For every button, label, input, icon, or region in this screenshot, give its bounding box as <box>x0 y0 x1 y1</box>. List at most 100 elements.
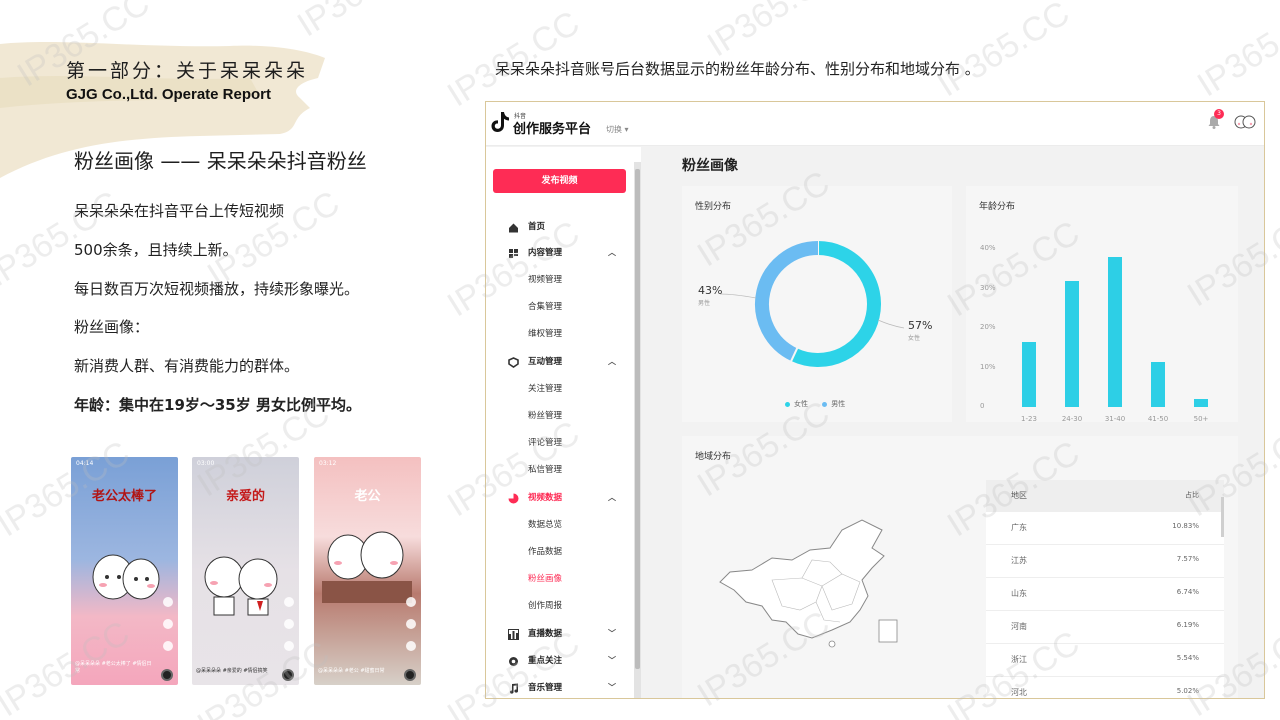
sidebar-item-label: 数据总览 <box>528 520 563 530</box>
region-share: 10.83% <box>1172 522 1199 530</box>
sidebar-item-15[interactable]: 直播数据 ﹀ <box>486 627 626 641</box>
gender-card: 性别分布 43% 男性 57% 女性 女性 男性 <box>682 186 952 422</box>
x-tick-label: 50+ <box>1193 415 1209 423</box>
male-percent-label: 43% <box>698 284 723 297</box>
region-table-scrollbar[interactable] <box>1221 497 1224 537</box>
female-percent-label: 57% <box>908 319 933 332</box>
sidebar: 发布视频 首页内容管理 ︿ 视频管理合集管理维权管理互动管理 ︿ 关注管理粉丝管理评论管… <box>486 147 641 698</box>
sidebar-item-17[interactable]: 音乐管理 ﹀ <box>486 681 626 695</box>
phone-status-time: 03:00 <box>197 460 215 467</box>
y-tick-label: 20% <box>980 323 996 331</box>
sidebar-item-3[interactable]: 合集管理 <box>486 300 626 314</box>
sidebar-item-6[interactable]: 关注管理 <box>486 382 626 396</box>
phone-meta: @呆呆朵朵 #亲爱的 #情侣搞笑 <box>196 668 268 674</box>
region-card-title: 地域分布 <box>695 452 732 462</box>
switch-label: 切换 <box>606 125 622 134</box>
chevron-up-icon[interactable]: ︿ <box>608 246 616 260</box>
male-leader-line <box>719 293 757 299</box>
sidebar-item-12[interactable]: 作品数据 <box>486 545 626 559</box>
sidebar-item-11[interactable]: 数据总览 <box>486 518 626 532</box>
music-disc-icon <box>161 669 173 681</box>
page-title: 粉丝画像 <box>682 158 738 174</box>
sidebar-item-9[interactable]: 私信管理 <box>486 463 626 477</box>
avatar[interactable] <box>1234 113 1256 131</box>
sidebar-item-label: 关注管理 <box>528 384 563 394</box>
chevron-down-icon[interactable]: ﹀ <box>608 627 616 641</box>
like-icon <box>163 597 173 607</box>
region-table: 地区 占比 广东 10.83% 江苏 7.57% 山东 6.74% 河南 6.19% 浙江 5.5… <box>986 480 1224 698</box>
video-data-icon <box>508 493 519 504</box>
switch-account-button[interactable]: 切换 ▾ <box>606 124 629 135</box>
music-disc-icon <box>282 669 294 681</box>
paragraph-3: 每日数百万次短视频播放，持续形象曝光。 <box>74 280 360 298</box>
chevron-up-icon[interactable]: ︿ <box>608 355 616 369</box>
sidebar-item-label: 创作周报 <box>528 601 563 611</box>
region-share: 5.54% <box>1176 654 1199 662</box>
watermark-text: IP365.CC <box>700 0 847 65</box>
tiktok-logo-icon <box>491 112 509 132</box>
sidebar-item-label: 直播数据 <box>528 629 563 639</box>
sidebar-item-label: 作品数据 <box>528 547 563 557</box>
phone-meta: @呆呆朵朵 #老公太棒了 #情侣日常 <box>75 661 152 674</box>
platform-title: 创作服务平台 <box>513 122 592 137</box>
chevron-down-icon[interactable]: ﹀ <box>608 654 616 668</box>
cartoon-couple-icon <box>92 554 160 600</box>
persona-title: 粉丝画像 —— 呆呆朵朵抖音粉丝 <box>74 149 367 173</box>
sidebar-item-14[interactable]: 创作周报 <box>486 599 626 613</box>
sidebar-item-label: 重点关注 <box>528 656 563 666</box>
sidebar-item-4[interactable]: 维权管理 <box>486 327 626 341</box>
music-icon <box>509 683 519 694</box>
part-subtitle: GJG Co.,Ltd. Operate Report <box>66 86 272 103</box>
sidebar-item-8[interactable]: 评论管理 <box>486 436 626 450</box>
sidebar-item-5[interactable]: 互动管理 ︿ <box>486 355 626 369</box>
age-bar <box>1022 341 1036 407</box>
chevron-down-icon[interactable]: ﹀ <box>608 681 616 695</box>
donut-slice-male <box>755 241 819 361</box>
legend-female: 女性 <box>794 400 808 408</box>
age-bar <box>1065 280 1079 407</box>
sidebar-item-label: 粉丝管理 <box>528 411 563 421</box>
region-name: 山东 <box>1011 589 1027 598</box>
phone-status-time: 03:12 <box>319 460 337 467</box>
age-bar <box>1151 361 1165 407</box>
like-icon <box>284 597 294 607</box>
slide: 第一部分：关于呆呆朵朵 GJG Co.,Ltd. Operate Report … <box>0 0 1280 720</box>
sidebar-scroll-thumb[interactable] <box>635 169 640 669</box>
notification-badge: 3 <box>1214 109 1224 119</box>
sidebar-item-13[interactable]: 粉丝画像 <box>486 572 626 586</box>
paragraph-5: 新消费人群、有消费能力的群体。 <box>74 357 300 375</box>
chevron-up-icon[interactable]: ︿ <box>608 491 616 505</box>
table-row: 山东 6.74% <box>986 578 1224 611</box>
paragraph-4: 粉丝画像： <box>74 318 150 336</box>
y-tick-label: 40% <box>980 244 996 252</box>
sidebar-item-7[interactable]: 粉丝管理 <box>486 409 626 423</box>
part-title: 第一部分：关于呆呆朵朵 <box>66 60 309 82</box>
sidebar-item-label: 粉丝画像 <box>528 574 563 584</box>
phone-status-time: 04:14 <box>76 460 94 467</box>
sidebar-item-2[interactable]: 视频管理 <box>486 273 626 287</box>
table-row: 河北 5.02% <box>986 677 1224 698</box>
share-icon <box>284 641 294 651</box>
sidebar-item-label: 内容管理 <box>528 248 563 258</box>
table-row: 广东 10.83% <box>986 512 1224 545</box>
like-icon <box>406 597 416 607</box>
creator-platform-screenshot: 抖音 创作服务平台 切换 ▾ 3 发布视频 首页 内容管理 ︿ 视频管理 合集管理 维权管… <box>485 101 1265 699</box>
sidebar-item-10[interactable]: 视频数据 ︿ <box>486 491 626 505</box>
sidebar-item-label: 视频管理 <box>528 275 563 285</box>
sidebar-item-1[interactable]: 内容管理 ︿ <box>486 246 626 260</box>
china-map-icon <box>719 519 898 648</box>
age-card: 年龄分布 40% 30% 20% 10% 0 1-23 24-30 31-40 41-50 50+ <box>966 186 1238 423</box>
sidebar-item-label: 首页 <box>528 222 546 232</box>
y-tick-label: 10% <box>980 362 996 371</box>
publish-video-button[interactable]: 发布视频 <box>493 169 626 193</box>
sidebar-item-0[interactable]: 首页 <box>486 220 626 234</box>
focus-icon <box>509 657 518 666</box>
sidebar-item-label: 音乐管理 <box>528 683 563 693</box>
live-data-icon <box>508 629 519 640</box>
highlight-text: 年龄：集中在19岁～35岁 男女比例平均。 <box>74 396 361 414</box>
comment-icon <box>406 619 416 629</box>
sidebar-item-16[interactable]: 重点关注 ﹀ <box>486 654 626 668</box>
content-icon <box>509 249 518 258</box>
table-row: 浙江 5.54% <box>986 644 1224 677</box>
legend-dot-female <box>785 401 790 407</box>
